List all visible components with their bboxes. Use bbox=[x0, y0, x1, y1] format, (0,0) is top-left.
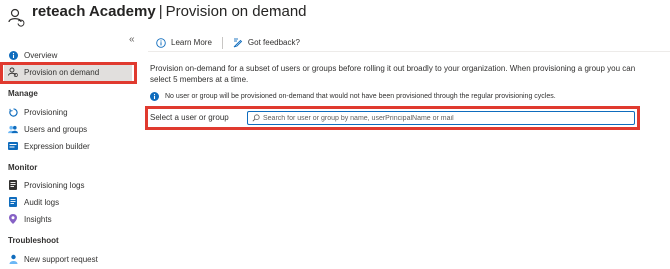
learn-more-button[interactable]: Learn More bbox=[148, 35, 220, 51]
sidebar-item-label: New support request bbox=[24, 254, 98, 264]
section-heading-troubleshoot: Troubleshoot bbox=[8, 236, 59, 245]
info-icon bbox=[8, 50, 18, 60]
section-heading-manage: Manage bbox=[8, 89, 38, 98]
search-box[interactable] bbox=[247, 111, 635, 125]
more-options-button[interactable]: ··· bbox=[272, 4, 286, 16]
sidebar-item-audit-logs[interactable]: Audit logs bbox=[4, 193, 132, 211]
provisioning-logs-icon bbox=[8, 180, 18, 190]
sidebar-item-label: Provisioning logs bbox=[24, 180, 85, 190]
page-title: reteach Academy | Provision on demand bbox=[32, 2, 307, 22]
section-heading-monitor: Monitor bbox=[8, 163, 38, 172]
select-user-group-label: Select a user or group bbox=[150, 113, 229, 122]
info-circle-icon bbox=[156, 37, 166, 48]
sidebar-item-label: Users and groups bbox=[24, 124, 88, 134]
expression-builder-icon bbox=[8, 141, 18, 151]
title-separator: | bbox=[158, 3, 163, 20]
sidebar-item-provisioning[interactable]: Provisioning bbox=[4, 103, 132, 121]
sidebar-item-insights[interactable]: Insights bbox=[4, 210, 132, 228]
provisioning-icon bbox=[8, 107, 18, 117]
feedback-label: Got feedback? bbox=[247, 38, 300, 47]
feedback-icon bbox=[233, 38, 243, 48]
selected-item-highlight bbox=[0, 62, 137, 84]
support-request-icon bbox=[8, 254, 18, 264]
learn-more-label: Learn More bbox=[171, 38, 212, 47]
info-icon bbox=[150, 92, 159, 101]
insights-icon bbox=[8, 214, 18, 224]
sidebar-item-label: Expression builder bbox=[24, 141, 90, 151]
collapse-sidebar-button[interactable]: « bbox=[129, 34, 135, 45]
page-description: Provision on-demand for a subset of user… bbox=[150, 64, 636, 84]
info-banner: No user or group will be provisioned on-… bbox=[150, 92, 556, 101]
command-bar: Learn More Got feedback? bbox=[148, 34, 670, 52]
sidebar-item-label: Insights bbox=[24, 214, 52, 224]
user-sync-icon bbox=[8, 7, 26, 27]
users-groups-icon bbox=[8, 124, 18, 134]
info-text: No user or group will be provisioned on-… bbox=[165, 93, 556, 100]
sidebar-item-label: Overview bbox=[24, 50, 58, 60]
search-input[interactable] bbox=[263, 114, 623, 122]
toolbar-divider bbox=[221, 36, 223, 49]
org-name: reteach Academy bbox=[32, 3, 156, 20]
audit-logs-icon bbox=[8, 197, 18, 207]
sidebar-item-label: Provisioning bbox=[24, 107, 68, 117]
sidebar-item-users-and-groups[interactable]: Users and groups bbox=[4, 120, 132, 138]
blade-header: reteach Academy | Provision on demand ··· bbox=[0, 0, 670, 30]
search-icon bbox=[252, 114, 260, 122]
sidebar-item-new-support-request[interactable]: New support request bbox=[4, 250, 132, 268]
sidebar-item-expression-builder[interactable]: Expression builder bbox=[4, 137, 132, 155]
sidebar-item-provisioning-logs[interactable]: Provisioning logs bbox=[4, 176, 132, 194]
feedback-button[interactable]: Got feedback? bbox=[225, 35, 308, 51]
sidebar-item-label: Audit logs bbox=[24, 197, 60, 207]
